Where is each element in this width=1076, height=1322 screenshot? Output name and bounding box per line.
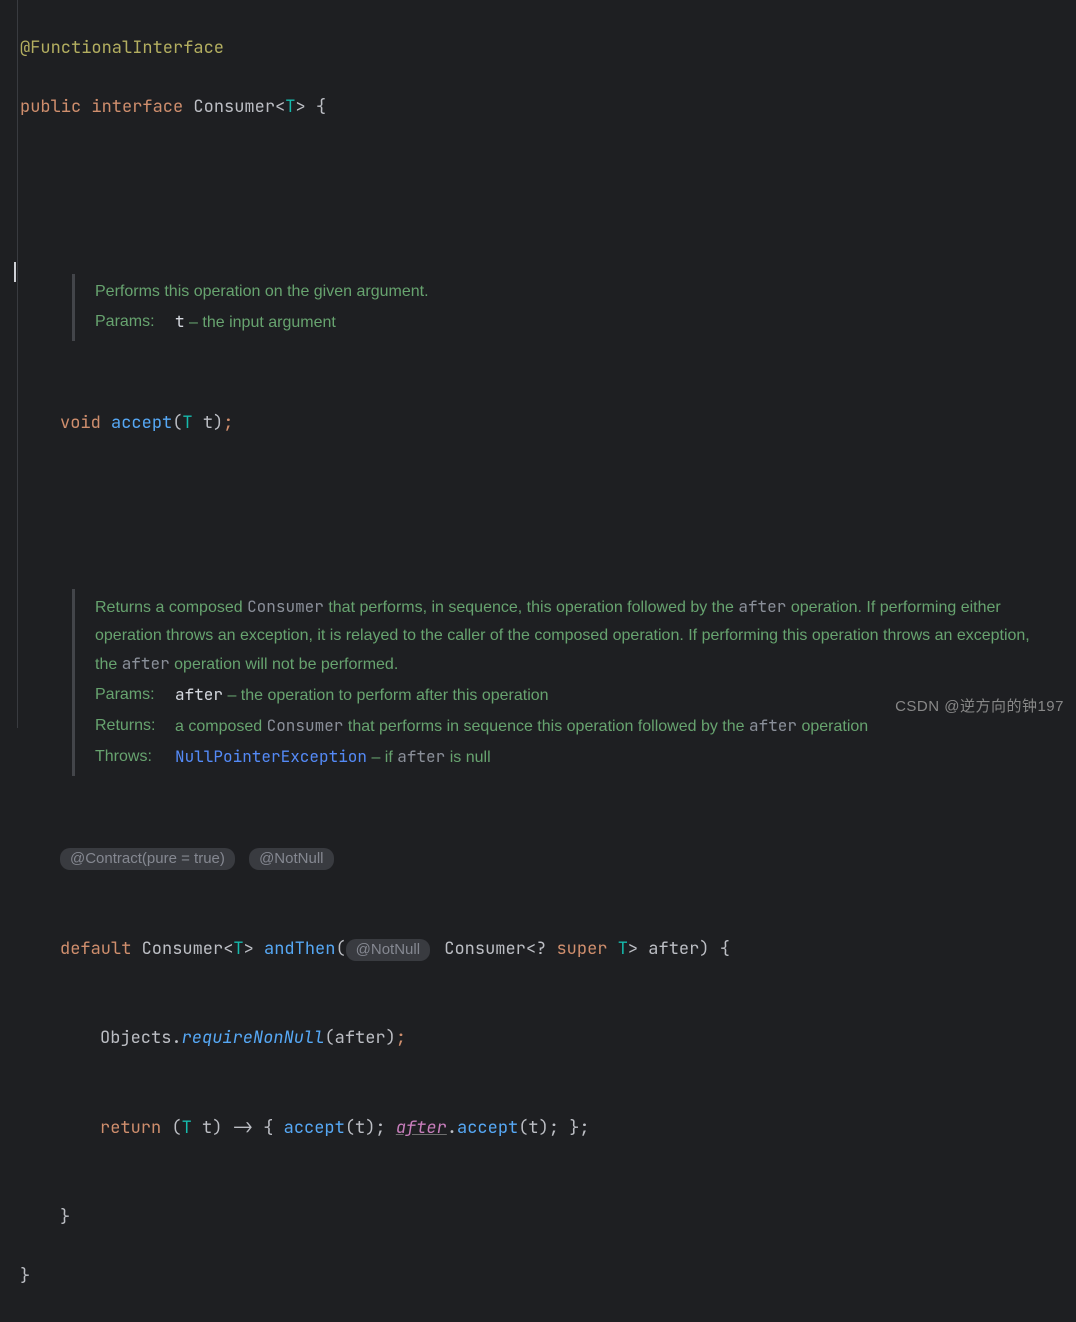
doc-summary: Performs this operation on the given arg… [95, 278, 1038, 306]
pill-notnull: @NotNull [249, 848, 333, 870]
line-close-interface: } [20, 1262, 1076, 1292]
javadoc-andthen: Returns a composed Consumer that perform… [72, 589, 1052, 776]
doc-throws-tag: Throws: [95, 743, 165, 772]
doc-params-tag: Params: [95, 308, 165, 337]
doc-params-value: t – the input argument [175, 308, 1038, 337]
line-andthen-signature: default Consumer<T> andThen(@NotNull Con… [20, 935, 1076, 965]
watermark: CSDN @逆方向的钟197 [895, 694, 1064, 720]
pill-param-notnull: @NotNull [346, 939, 430, 961]
pill-contract: @Contract(pure = true) [60, 848, 235, 870]
line-inferred-annotations: @Contract(pure = true) @NotNull [20, 844, 1076, 874]
javadoc-accept: Performs this operation on the given arg… [72, 274, 1052, 341]
after-reference: after [396, 1117, 447, 1139]
line-close-method: } [20, 1203, 1076, 1233]
blank-line [20, 498, 1076, 522]
blank-line [20, 183, 1076, 207]
line-annotation: @FunctionalInterface [20, 34, 1076, 64]
doc-summary: Returns a composed Consumer that perform… [95, 593, 1038, 679]
editor-gutter [0, 0, 18, 728]
caret-indicator [14, 262, 16, 282]
line-return-lambda: return (T t) -> { accept(t); after.accep… [20, 1114, 1076, 1144]
exception-link[interactable]: NullPointerException [175, 746, 367, 767]
line-declaration: public interface Consumer<T> { [20, 93, 1076, 123]
doc-throws-row: Throws: NullPointerException – if after … [95, 743, 1038, 772]
doc-returns-tag: Returns: [95, 712, 165, 741]
annotation-functional-interface: @FunctionalInterface [20, 37, 224, 59]
doc-params-tag: Params: [95, 681, 165, 710]
code-editor[interactable]: @FunctionalInterface public interface Co… [0, 0, 1076, 1322]
line-require-non-null: Objects.requireNonNull(after); [20, 1024, 1076, 1054]
line-accept-signature: void accept(T t); [20, 409, 1076, 439]
doc-params-row: Params: t – the input argument [95, 308, 1038, 337]
doc-throws-value: NullPointerException – if after is null [175, 743, 1038, 772]
